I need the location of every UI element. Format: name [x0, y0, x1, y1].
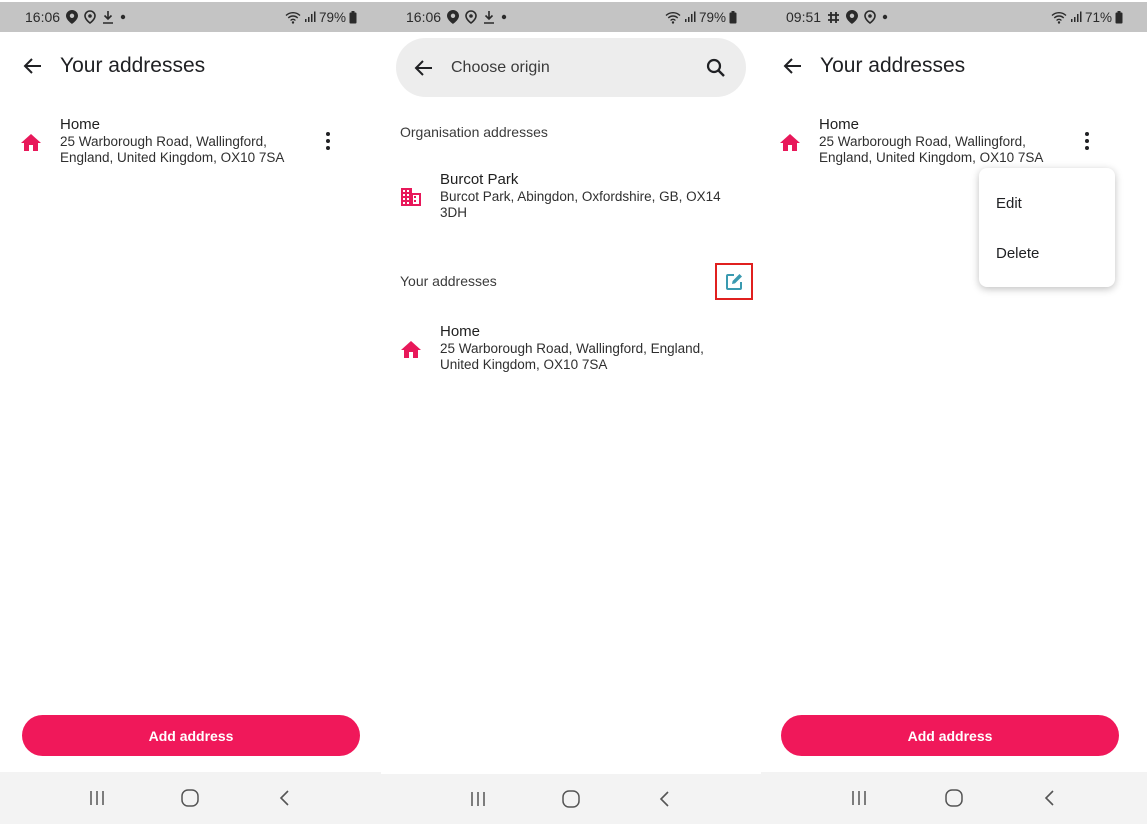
home-nav-icon[interactable] — [934, 778, 974, 818]
status-bar: 16:06 79% — [0, 2, 381, 32]
address-line-2: England, United Kingdom, OX10 7SA — [60, 150, 285, 165]
recents-icon[interactable] — [77, 778, 117, 818]
home-icon — [19, 131, 43, 155]
location-outline-icon — [465, 10, 477, 24]
battery-percent: 79% — [698, 9, 726, 25]
address-name: Home — [440, 323, 481, 340]
battery-icon — [1115, 10, 1123, 24]
address-line-2: 3DH — [440, 205, 468, 220]
section-header-your-addresses: Your addresses — [400, 273, 497, 289]
system-nav-bar — [761, 772, 1147, 824]
address-line-1: 25 Warborough Road, Wallingford, England… — [440, 341, 704, 356]
status-time: 16:06 — [25, 9, 61, 25]
app-bar: Your addresses — [0, 46, 381, 86]
status-bar: 16:06 79% — [381, 2, 761, 32]
wifi-icon — [285, 11, 301, 24]
more-vert-icon[interactable] — [1075, 129, 1099, 153]
location-outline-icon — [84, 10, 96, 24]
slack-icon — [827, 11, 840, 24]
more-vert-icon[interactable] — [316, 129, 340, 153]
screen-your-addresses-menu: 09:51 71% Your addresses Home 25 Warboro… — [761, 0, 1147, 833]
address-name: Home — [819, 116, 860, 133]
status-time: 16:06 — [406, 9, 442, 25]
location-outline-icon — [864, 10, 876, 24]
address-item-home[interactable]: Home 25 Warborough Road, Wallingford, En… — [0, 116, 381, 172]
status-bar: 09:51 71% — [761, 2, 1147, 32]
edit-addresses-button[interactable] — [715, 263, 753, 300]
address-item-home[interactable]: Home 25 Warborough Road, Wallingford, En… — [381, 323, 761, 379]
dot-icon — [120, 14, 126, 20]
address-item-home[interactable]: Home 25 Warborough Road, Wallingford, En… — [761, 116, 1147, 172]
address-name: Home — [60, 116, 101, 133]
back-nav-icon[interactable] — [264, 778, 304, 818]
search-bar[interactable]: Choose origin — [396, 38, 746, 97]
back-arrow-icon[interactable] — [21, 54, 45, 78]
back-arrow-icon[interactable] — [412, 56, 436, 80]
back-nav-icon[interactable] — [644, 779, 684, 819]
home-nav-icon[interactable] — [170, 778, 210, 818]
home-icon — [778, 131, 802, 155]
address-line-1: Burcot Park, Abingdon, Oxfordshire, GB, … — [440, 189, 721, 204]
address-line-2: England, United Kingdom, OX10 7SA — [819, 150, 1044, 165]
location-icon — [66, 10, 79, 24]
system-nav-bar — [381, 774, 761, 824]
location-icon — [447, 10, 460, 24]
address-line-2: United Kingdom, OX10 7SA — [440, 357, 608, 372]
download-icon — [483, 10, 495, 24]
battery-percent: 71% — [1084, 9, 1112, 25]
back-arrow-icon[interactable] — [781, 54, 805, 78]
signal-icon — [684, 11, 696, 23]
page-title: Your addresses — [60, 54, 206, 77]
wifi-icon — [1051, 11, 1067, 24]
battery-icon — [729, 10, 737, 24]
menu-item-edit[interactable]: Edit — [996, 195, 1022, 212]
wifi-icon — [665, 11, 681, 24]
add-address-button[interactable]: Add address — [22, 715, 360, 756]
address-name: Burcot Park — [440, 171, 519, 188]
screen-choose-origin: 16:06 79% Choose origin Organisation add… — [381, 0, 761, 833]
screen-your-addresses: 16:06 79% Your addresses Home 25 Warboro… — [0, 0, 381, 833]
recents-icon[interactable] — [458, 779, 498, 819]
system-nav-bar — [0, 772, 381, 824]
dot-icon — [882, 14, 888, 20]
app-bar: Your addresses — [761, 46, 1147, 86]
signal-icon — [304, 11, 316, 23]
add-address-button[interactable]: Add address — [781, 715, 1119, 756]
address-line-1: 25 Warborough Road, Wallingford, — [60, 134, 267, 149]
status-time: 09:51 — [786, 9, 822, 25]
location-icon — [846, 10, 859, 24]
battery-percent: 79% — [318, 9, 346, 25]
edit-icon — [724, 272, 744, 292]
battery-icon — [349, 10, 357, 24]
search-input[interactable]: Choose origin — [451, 59, 704, 77]
address-line-1: 25 Warborough Road, Wallingford, — [819, 134, 1026, 149]
back-nav-icon[interactable] — [1029, 778, 1069, 818]
address-options-menu: Edit Delete — [979, 168, 1115, 287]
page-title: Your addresses — [820, 54, 966, 77]
download-icon — [102, 10, 114, 24]
address-item-burcot-park[interactable]: Burcot Park Burcot Park, Abingdon, Oxfor… — [381, 171, 761, 227]
dot-icon — [501, 14, 507, 20]
home-nav-icon[interactable] — [551, 779, 591, 819]
signal-icon — [1070, 11, 1082, 23]
section-header-organisation: Organisation addresses — [400, 124, 548, 140]
search-icon[interactable] — [704, 56, 728, 80]
home-icon — [399, 338, 423, 362]
menu-item-delete[interactable]: Delete — [996, 245, 1039, 262]
building-icon — [399, 185, 423, 209]
recents-icon[interactable] — [839, 778, 879, 818]
